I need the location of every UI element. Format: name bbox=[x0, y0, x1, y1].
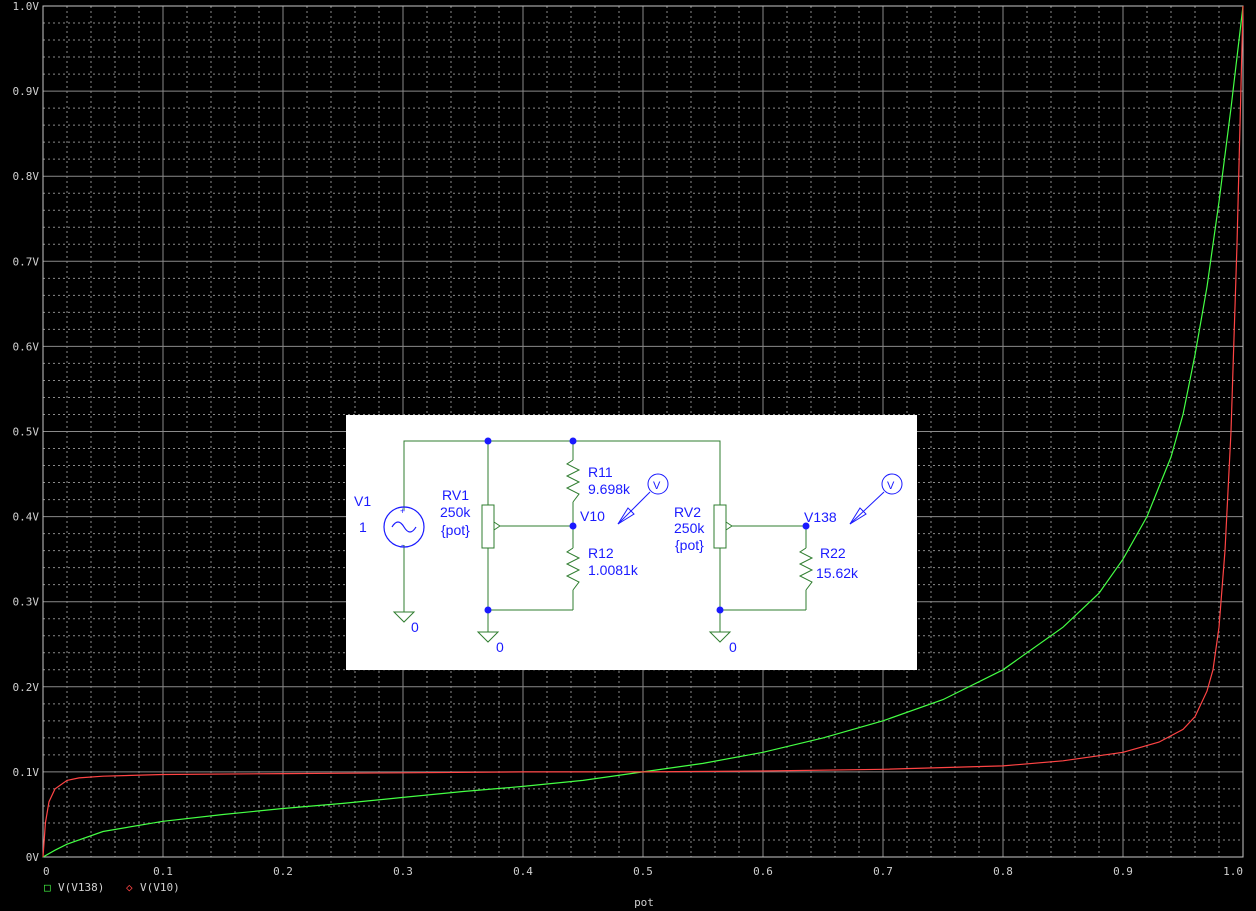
x-tick-label: 0.3 bbox=[393, 865, 413, 878]
v1-plus: + bbox=[400, 506, 405, 516]
ground-label: 0 bbox=[729, 639, 737, 655]
y-tick-label: 0.5V bbox=[13, 426, 40, 439]
y-tick-label: 0.1V bbox=[13, 766, 40, 779]
v138-probe-label: V bbox=[887, 480, 895, 492]
r11-value: 9.698k bbox=[588, 481, 631, 497]
rv1-value: 250k bbox=[440, 504, 471, 520]
rv2-param: {pot} bbox=[675, 537, 704, 553]
v1-minus: - bbox=[401, 540, 404, 550]
v10-label: V10 bbox=[580, 508, 605, 524]
x-tick-label: 1.0 bbox=[1223, 865, 1243, 878]
v10-probe-label: V bbox=[653, 480, 661, 492]
y-tick-label: 0.3V bbox=[13, 596, 40, 609]
r11-name: R11 bbox=[588, 464, 613, 480]
v1-value: 1 bbox=[359, 519, 367, 535]
y-tick-label: 0.9V bbox=[13, 85, 40, 98]
x-tick-label: 0.2 bbox=[273, 865, 293, 878]
plot-area: 0 0.1 0.2 0.3 0.4 0.5 0.6 0.7 0.8 0.9 1.0 0V0.1V0.… bbox=[13, 0, 1244, 909]
x-tick-label: 0.4 bbox=[513, 865, 533, 878]
r22-name: R22 bbox=[820, 545, 846, 561]
y-tick-label: 0.6V bbox=[13, 340, 40, 353]
r12-value: 1.0081k bbox=[588, 562, 639, 578]
legend-marker-v10: ◇ bbox=[126, 881, 133, 894]
x-tick-label: 0.1 bbox=[153, 865, 173, 878]
rv2-value: 250k bbox=[674, 520, 705, 536]
r12-name: R12 bbox=[588, 545, 614, 561]
ground-label: 0 bbox=[496, 639, 504, 655]
x-tick-labels: 0 0.1 0.2 0.3 0.4 0.5 0.6 0.7 0.8 0.9 1.0 bbox=[43, 865, 1243, 878]
circuit-schematic-inset: V1 1 + - RV1 250k {pot} R11 9.698k V10 R… bbox=[346, 415, 917, 670]
y-tick-label: 1.0V bbox=[13, 0, 40, 13]
y-tick-label: 0.2V bbox=[13, 681, 40, 694]
x-tick-label: 0.7 bbox=[873, 865, 893, 878]
x-tick-label: 0.6 bbox=[753, 865, 773, 878]
legend-label-v10: V(V10) bbox=[140, 881, 180, 894]
v138-label: V138 bbox=[804, 509, 837, 525]
y-tick-label: 0V bbox=[26, 851, 40, 864]
x-axis-label: pot bbox=[634, 896, 654, 909]
r22-value: 15.62k bbox=[816, 565, 859, 581]
legend: □ V(V138) ◇ V(V10) bbox=[44, 881, 180, 894]
legend-label-v138: V(V138) bbox=[58, 881, 104, 894]
legend-marker-v138: □ bbox=[44, 881, 51, 894]
x-tick-label: 0.9 bbox=[1113, 865, 1133, 878]
x-tick-label: 0 bbox=[43, 865, 50, 878]
y-tick-label: 0.7V bbox=[13, 255, 40, 268]
y-tick-label: 0.8V bbox=[13, 170, 40, 183]
x-tick-label: 0.5 bbox=[633, 865, 653, 878]
y-tick-label: 0.4V bbox=[13, 511, 40, 524]
v1-name: V1 bbox=[354, 493, 371, 509]
ground-label: 0 bbox=[411, 619, 419, 635]
rv1-param: {pot} bbox=[441, 522, 470, 538]
y-tick-labels: 0V 0.1V 0.2V 0.3V 0.4V 0.5V 0.6V 0.7V 0.8V 0.9V 1.… bbox=[13, 0, 40, 864]
x-tick-label: 0.8 bbox=[993, 865, 1013, 878]
rv1-name: RV1 bbox=[442, 487, 469, 503]
rv2-name: RV2 bbox=[674, 504, 701, 520]
schematic-background bbox=[346, 415, 917, 670]
